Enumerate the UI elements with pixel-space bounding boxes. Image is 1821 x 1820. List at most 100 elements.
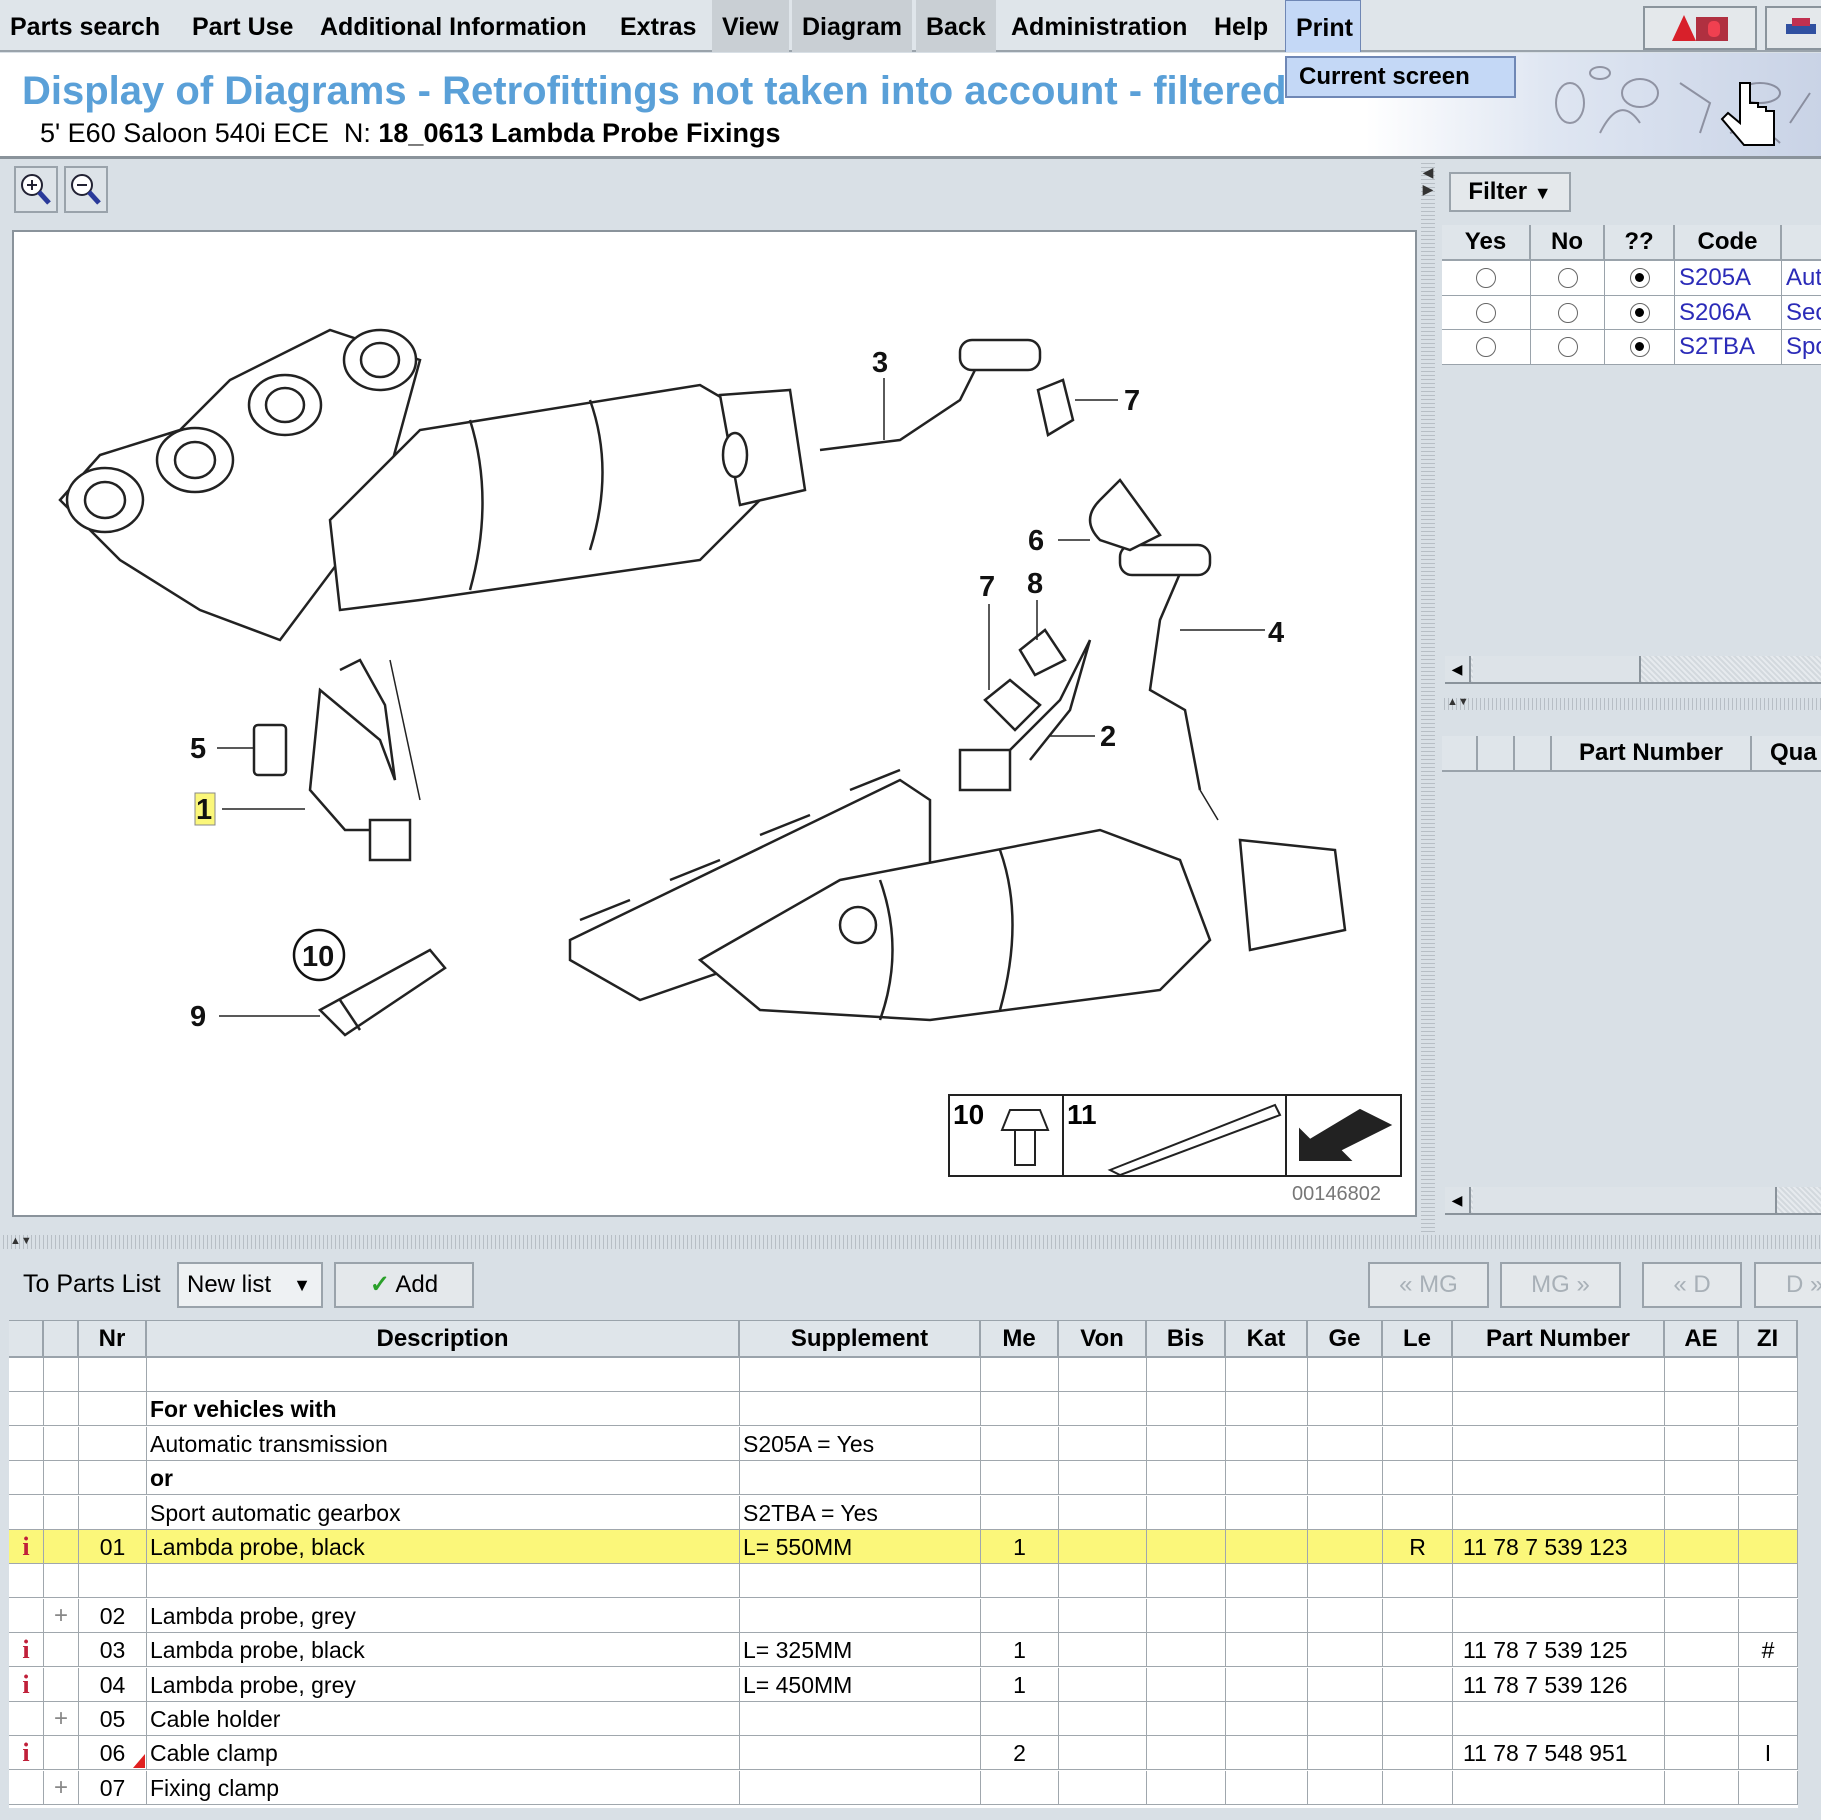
- filter-code-link[interactable]: S2TBA: [1675, 330, 1782, 365]
- sel-col-3[interactable]: [1515, 736, 1552, 772]
- col-header-expand[interactable]: [44, 1320, 79, 1358]
- add-button[interactable]: ✓ Add: [334, 1262, 474, 1308]
- filter-radio-unknown[interactable]: [1629, 337, 1650, 357]
- clip-8: [1018, 628, 1067, 677]
- filter-radio-no[interactable]: [1557, 268, 1578, 288]
- scrollbar-thumb[interactable]: [1473, 1187, 1777, 1213]
- next-main-group-button[interactable]: MG »: [1500, 1262, 1621, 1308]
- cell-von: [1059, 1530, 1147, 1564]
- plus-icon[interactable]: +: [44, 1702, 79, 1736]
- plus-icon[interactable]: +: [44, 1598, 79, 1633]
- info-icon[interactable]: i: [9, 1667, 44, 1702]
- menu-parts-search[interactable]: Parts search: [0, 0, 170, 52]
- scroll-left-icon[interactable]: ◀: [1445, 656, 1471, 682]
- filter-radio-yes[interactable]: [1476, 337, 1496, 357]
- col-header-supplement[interactable]: Supplement: [740, 1320, 981, 1358]
- col-header-me[interactable]: Me: [981, 1320, 1059, 1358]
- table-row[interactable]: or: [9, 1461, 1798, 1496]
- vertical-splitter[interactable]: ◀ ▶: [1421, 160, 1435, 1235]
- plus-icon[interactable]: +: [44, 1770, 79, 1805]
- filter-radio-unknown[interactable]: [1629, 302, 1650, 323]
- table-row[interactable]: For vehicles with: [9, 1392, 1798, 1427]
- filter-col-code[interactable]: Code: [1675, 225, 1782, 261]
- print-current-screen-item[interactable]: Current screen: [1285, 56, 1516, 98]
- filter-horizontal-scrollbar[interactable]: ◀: [1445, 656, 1821, 684]
- cell-zi: #: [1739, 1633, 1798, 1668]
- filter-col-description[interactable]: [1782, 225, 1821, 261]
- table-row[interactable]: +02 Lambda probe, grey: [9, 1598, 1798, 1633]
- scroll-left-icon[interactable]: ◀: [1445, 1187, 1471, 1213]
- filter-radio-no[interactable]: [1557, 337, 1578, 357]
- filter-radio-no[interactable]: [1557, 302, 1578, 323]
- horizontal-splitter[interactable]: ▲▼: [0, 1235, 1821, 1249]
- zoom-out-button[interactable]: [64, 166, 108, 213]
- right-panel-splitter[interactable]: ▲▼: [1441, 696, 1821, 710]
- col-header-von[interactable]: Von: [1059, 1320, 1147, 1358]
- next-diagram-button[interactable]: D »: [1754, 1262, 1821, 1308]
- vehicle-label: 5' E60 Saloon 540i ECE: [40, 118, 329, 148]
- col-header-bis[interactable]: Bis: [1147, 1320, 1226, 1358]
- cell-von: [1059, 1598, 1147, 1633]
- sel-col-quantity[interactable]: Qua: [1752, 736, 1821, 772]
- sel-col-1[interactable]: [1442, 736, 1478, 772]
- cell-kat: [1226, 1667, 1308, 1702]
- table-row[interactable]: i 06 Cable clamp 2 11 78 7 548 951 I: [9, 1736, 1798, 1771]
- menu-back[interactable]: Back: [916, 0, 996, 52]
- cell-ge: [1308, 1358, 1383, 1392]
- info-icon[interactable]: i: [9, 1736, 44, 1771]
- menu-view[interactable]: View: [712, 0, 789, 52]
- sel-col-part-number[interactable]: Part Number: [1552, 736, 1752, 772]
- col-header-kat[interactable]: Kat: [1226, 1320, 1308, 1358]
- menu-administration[interactable]: Administration: [1001, 0, 1197, 52]
- filter-code-link[interactable]: S206A: [1675, 295, 1782, 330]
- col-header-ge[interactable]: Ge: [1308, 1320, 1383, 1358]
- collapse-arrows-icon[interactable]: ◀ ▶: [1421, 164, 1435, 198]
- menu-part-use[interactable]: Part Use: [182, 0, 303, 52]
- col-header-icon[interactable]: [9, 1320, 44, 1358]
- menu-print[interactable]: Print: [1285, 0, 1361, 52]
- menu-help[interactable]: Help: [1204, 0, 1278, 52]
- table-row[interactable]: +05 Cable holder: [9, 1702, 1798, 1736]
- table-row[interactable]: Automatic transmission S205A = Yes: [9, 1426, 1798, 1461]
- info-icon[interactable]: i: [9, 1530, 44, 1564]
- col-header-part-number[interactable]: Part Number: [1453, 1320, 1665, 1358]
- filter-col-unknown[interactable]: ??: [1605, 225, 1675, 261]
- table-row[interactable]: i 04 Lambda probe, grey L= 450MM 1 11 78 7 53…: [9, 1667, 1798, 1702]
- scrollbar-thumb[interactable]: [1473, 656, 1641, 682]
- ao-icon: [1672, 15, 1728, 41]
- filter-radio-unknown[interactable]: [1629, 268, 1650, 288]
- table-row[interactable]: i 03 Lambda probe, black L= 325MM 1 11 78 7 5…: [9, 1633, 1798, 1668]
- filter-button[interactable]: Filter ▼: [1449, 172, 1571, 212]
- sel-col-2[interactable]: [1478, 736, 1515, 772]
- table-row[interactable]: [9, 1358, 1798, 1392]
- table-row[interactable]: [9, 1564, 1798, 1599]
- col-header-ae[interactable]: AE: [1665, 1320, 1739, 1358]
- filter-radio-yes[interactable]: [1476, 268, 1496, 288]
- car-toolbar-button[interactable]: [1765, 6, 1821, 50]
- cell-icon: [9, 1426, 44, 1461]
- parts-list-select[interactable]: New list ▼: [177, 1262, 323, 1308]
- filter-radio-yes[interactable]: [1476, 302, 1496, 323]
- col-header-nr[interactable]: Nr: [79, 1320, 147, 1358]
- col-header-description[interactable]: Description: [147, 1320, 740, 1358]
- menu-diagram[interactable]: Diagram: [792, 0, 913, 52]
- selection-horizontal-scrollbar[interactable]: ◀: [1445, 1187, 1821, 1215]
- table-row[interactable]: i 01 Lambda probe, black L= 550MM 1 R 11 78 7 …: [9, 1530, 1798, 1564]
- prev-diagram-button[interactable]: « D: [1642, 1262, 1742, 1308]
- cell-bis: [1147, 1461, 1226, 1496]
- filter-code-link[interactable]: S205A: [1675, 261, 1782, 296]
- filter-col-no[interactable]: No: [1531, 225, 1605, 261]
- col-header-le[interactable]: Le: [1383, 1320, 1453, 1358]
- prev-main-group-button[interactable]: « MG: [1368, 1262, 1489, 1308]
- info-icon[interactable]: i: [9, 1633, 44, 1668]
- table-row[interactable]: Sport automatic gearbox S2TBA = Yes: [9, 1495, 1798, 1530]
- filter-col-yes[interactable]: Yes: [1442, 225, 1531, 261]
- ao-toolbar-button[interactable]: [1643, 6, 1757, 50]
- menu-extras[interactable]: Extras: [610, 0, 706, 52]
- zoom-in-button[interactable]: [14, 166, 58, 213]
- menu-additional-information[interactable]: Additional Information: [310, 0, 597, 52]
- diagram-canvas[interactable]: 3 7 6 7 8 4 2 5 1 10 9 10 11 00146802: [12, 230, 1417, 1217]
- table-row[interactable]: +07 Fixing clamp: [9, 1770, 1798, 1805]
- col-header-zi[interactable]: ZI: [1739, 1320, 1798, 1358]
- cell-ge: [1308, 1770, 1383, 1805]
